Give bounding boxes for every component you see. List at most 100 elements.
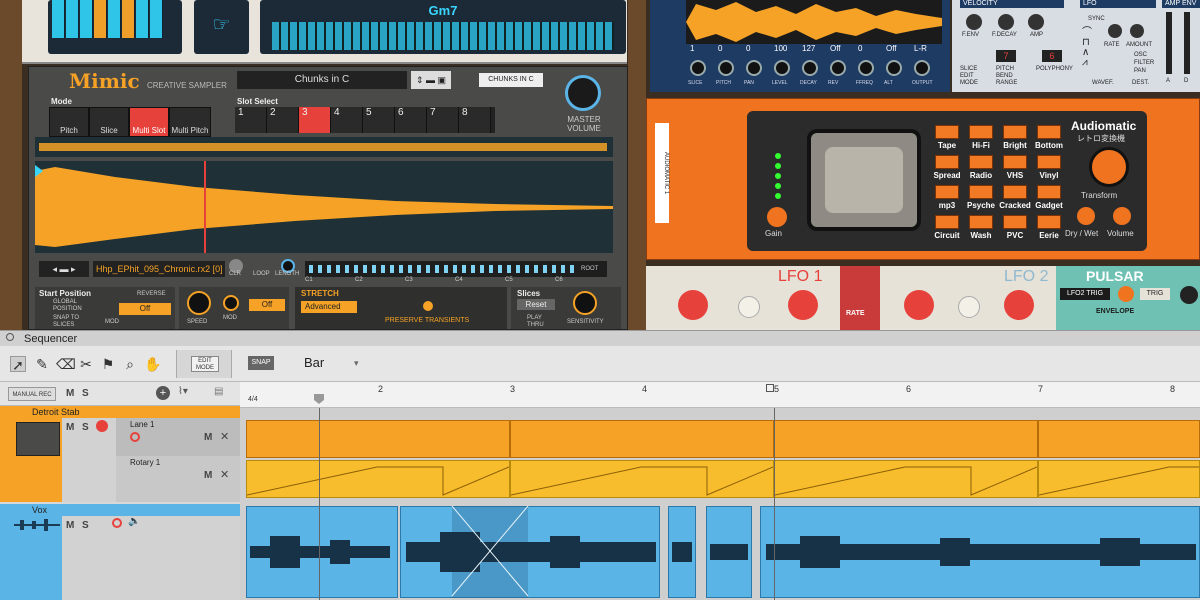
edit-mode-button[interactable]: EDIT MODE — [191, 356, 219, 372]
drum-knob[interactable] — [914, 60, 930, 76]
gain-knob[interactable] — [767, 207, 787, 227]
key[interactable] — [108, 0, 121, 38]
drum-knob[interactable] — [718, 60, 734, 76]
detroit-record-icon[interactable] — [96, 420, 108, 432]
lfo2-wave-button[interactable] — [958, 296, 980, 318]
slot-6[interactable]: 6 — [395, 107, 427, 133]
patch-browse-buttons[interactable]: ⇕ ▬ ▣ — [411, 71, 451, 89]
chord-keys[interactable] — [272, 22, 614, 50]
pulsar-output-knob[interactable] — [1180, 286, 1198, 304]
reverse-selector[interactable]: Off — [119, 303, 171, 315]
slot-4[interactable]: 4 — [331, 107, 363, 133]
slot-1[interactable]: 1 — [235, 107, 267, 133]
preset-vhs-button[interactable] — [1003, 155, 1027, 169]
header-solo[interactable]: S — [82, 388, 89, 399]
lfo2-knob-b[interactable] — [1004, 290, 1034, 320]
slice-key-map[interactable]: ROOT — [305, 261, 607, 277]
mode-pitch-button[interactable]: Pitch — [49, 107, 89, 137]
slot-7[interactable]: 7 — [427, 107, 459, 133]
waveform-overview[interactable] — [35, 137, 613, 157]
header-mute[interactable]: M — [66, 388, 74, 399]
lfo-amount-knob[interactable] — [1130, 24, 1144, 38]
note-clip[interactable] — [1038, 420, 1200, 458]
select-tool-icon[interactable]: ➚ — [10, 356, 26, 373]
sample-name-display[interactable]: Hhp_EPhit_095_Chronic.rx2 [0] — [93, 261, 225, 277]
hand-tool-icon[interactable]: ✋ — [144, 356, 161, 372]
polyphony-display[interactable]: 6 — [1042, 50, 1062, 62]
automation-clip[interactable] — [246, 460, 510, 498]
rotary-mute[interactable]: M — [204, 470, 212, 481]
stretch-mode-select[interactable]: Advanced — [301, 301, 357, 313]
preset-cracked-button[interactable] — [1003, 185, 1027, 199]
drum-knob[interactable] — [802, 60, 818, 76]
vox-monitor-icon[interactable]: 🔈 — [128, 516, 140, 527]
preset-psyche-button[interactable] — [969, 185, 993, 199]
snap-value-select[interactable]: Bar ▾ — [304, 354, 366, 372]
slot-3[interactable]: 3 — [299, 107, 331, 133]
key[interactable] — [150, 0, 163, 38]
drum-knob[interactable] — [858, 60, 874, 76]
preset-vinyl-button[interactable] — [1037, 155, 1061, 169]
automation-icon[interactable]: ⌇▾ — [178, 386, 188, 397]
speed-knob[interactable] — [187, 291, 211, 315]
preset-wash-button[interactable] — [969, 215, 993, 229]
slot-2[interactable]: 2 — [267, 107, 299, 133]
playhead-marker[interactable] — [314, 394, 324, 404]
lfo1-knob-b[interactable] — [788, 290, 818, 320]
magnify-tool-icon[interactable]: ⌕ — [122, 356, 138, 372]
lane-1-mute[interactable]: M — [204, 432, 212, 443]
vox-mute[interactable]: M — [66, 520, 74, 531]
mini-keyboard-left[interactable] — [48, 0, 182, 54]
vox-solo[interactable]: S — [82, 520, 89, 531]
master-volume-knob[interactable] — [565, 75, 601, 111]
speed-mod-selector[interactable]: Off — [249, 299, 285, 311]
vox-record-icon[interactable] — [112, 518, 122, 528]
preset-bottom-button[interactable] — [1037, 125, 1061, 139]
slot-5[interactable]: 5 — [363, 107, 395, 133]
preset-bright-button[interactable] — [1003, 125, 1027, 139]
automation-clip[interactable] — [1038, 460, 1200, 498]
automation-clip[interactable] — [774, 460, 1038, 498]
amp-attack-slider[interactable] — [1166, 12, 1172, 74]
preset-tape-button[interactable] — [935, 125, 959, 139]
drum-knob[interactable] — [746, 60, 762, 76]
timeline-ruler[interactable]: 4/4 2 3 4 5 6 7 8 — [240, 382, 1200, 408]
snap-button[interactable]: SNAP — [248, 356, 274, 370]
preset-spread-button[interactable] — [935, 155, 959, 169]
lfo-dest-filter[interactable]: FILTER — [1134, 60, 1154, 66]
drum-knob[interactable] — [830, 60, 846, 76]
key[interactable] — [136, 0, 149, 38]
add-track-icon[interactable]: + — [156, 386, 170, 400]
lfo-dest-osc[interactable]: OSC — [1134, 52, 1147, 58]
pitch-bend-display[interactable]: 7 — [996, 50, 1016, 62]
mute-tool-icon[interactable]: ⚑ — [100, 356, 116, 372]
lfo2-trig-button[interactable]: LFO2 TRIG — [1060, 288, 1110, 300]
speed-mod-knob[interactable] — [223, 295, 239, 311]
drum-knob[interactable] — [690, 60, 706, 76]
slot-8[interactable]: 8 — [459, 107, 491, 133]
rotary-lane[interactable]: Rotary 1 M ✕ — [116, 456, 240, 502]
note-clip[interactable] — [510, 420, 774, 458]
preset-radio-button[interactable] — [969, 155, 993, 169]
mode-slice-button[interactable]: Slice — [89, 107, 129, 137]
f-env-knob[interactable] — [966, 14, 982, 30]
f-decay-knob[interactable] — [998, 14, 1014, 30]
rotary-delete-icon[interactable]: ✕ — [220, 468, 229, 481]
key[interactable] — [66, 0, 79, 38]
eraser-tool-icon[interactable]: ⌫ — [56, 356, 76, 372]
key[interactable] — [52, 0, 65, 38]
detroit-solo[interactable]: S — [82, 422, 89, 433]
pulsar-trig-knob[interactable] — [1118, 286, 1134, 302]
lane-1-record-icon[interactable] — [130, 432, 140, 442]
loop-end-marker[interactable] — [766, 384, 774, 392]
sensitivity-knob[interactable] — [573, 291, 597, 315]
preserve-transients-toggle[interactable] — [423, 301, 433, 311]
preset-pvc-button[interactable] — [1003, 215, 1027, 229]
key[interactable] — [94, 0, 107, 38]
sample-browse-buttons[interactable]: ◂ ▬ ▸ — [39, 261, 89, 277]
slices-reset-button[interactable]: Reset — [517, 299, 555, 310]
amp-knob[interactable] — [1028, 14, 1044, 30]
automation-clip[interactable] — [510, 460, 774, 498]
track-vox[interactable]: Vox M S 🔈 — [0, 504, 240, 600]
hand-pointer-icon[interactable]: ☞ — [194, 0, 249, 54]
